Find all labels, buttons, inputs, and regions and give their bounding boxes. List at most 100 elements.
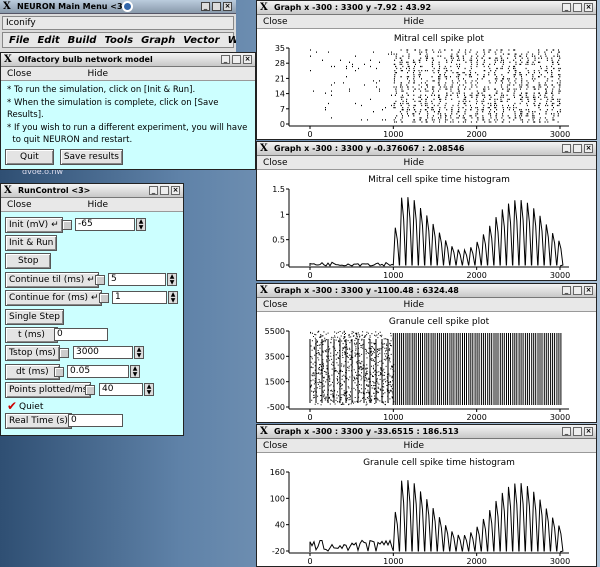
close-icon[interactable]: × — [171, 186, 180, 195]
tstop-button[interactable]: Tstop (ms) — [5, 345, 60, 361]
x-tick-label: 1000 — [383, 557, 403, 566]
menu-tools[interactable]: Tools — [104, 33, 133, 47]
points-plotted-spinner[interactable]: ▲ ▼ — [144, 383, 154, 396]
t-field[interactable]: 0 — [54, 328, 108, 341]
close-button[interactable]: Close — [1, 198, 32, 211]
graph-plot-area[interactable]: Granule cell spike plot 0 1000 2000 3000 5500… — [257, 313, 596, 423]
close-button[interactable]: Close — [257, 298, 288, 311]
dt-button[interactable]: dt (ms) — [5, 364, 60, 380]
points-plotted-field[interactable]: 40 — [99, 383, 143, 396]
hide-button[interactable]: Hide — [398, 156, 425, 169]
close-button[interactable]: Close — [1, 67, 32, 80]
maximize-icon[interactable] — [212, 2, 221, 11]
close-icon[interactable]: × — [584, 3, 593, 12]
continue-for-field[interactable]: 1 — [112, 291, 167, 304]
hide-button[interactable]: Hide — [82, 198, 109, 211]
window-buttons[interactable]: _ × — [149, 186, 180, 195]
dt-spinner[interactable]: ▲ ▼ — [130, 365, 140, 378]
init-run-button[interactable]: Init & Run — [5, 235, 58, 251]
graph-plot-area[interactable]: Mitral cell spike time histogram 0 1000 200… — [257, 171, 596, 281]
hide-button[interactable]: Hide — [398, 298, 425, 311]
quiet-checkmark-icon[interactable]: ✔ — [7, 399, 17, 413]
stop-button[interactable]: Stop — [5, 253, 52, 269]
minimize-icon[interactable]: _ — [221, 55, 230, 64]
menu-window[interactable]: Window — [228, 33, 236, 47]
close-button[interactable]: Close — [257, 156, 288, 169]
runcontrol-titlebar[interactable]: X RunControl <3> _ × — [1, 184, 183, 198]
continue-til-button[interactable]: Continue til (ms) ↵ — [5, 272, 99, 288]
close-icon[interactable]: × — [584, 427, 593, 436]
menu-build[interactable]: Build — [68, 33, 97, 47]
enter-arrow-icon: ↵ — [90, 293, 99, 303]
window-buttons[interactable]: _ × — [562, 286, 593, 295]
init-field[interactable]: -65 — [75, 218, 135, 231]
quit-button[interactable]: Quit — [5, 149, 54, 165]
hide-button[interactable]: Hide — [82, 67, 109, 80]
maximize-icon[interactable] — [232, 55, 241, 64]
minimize-icon[interactable]: _ — [201, 2, 210, 11]
minimize-icon[interactable]: _ — [562, 286, 571, 295]
close-button[interactable]: Close — [257, 439, 288, 452]
continue-for-checkbox[interactable] — [99, 293, 109, 303]
menu-file[interactable]: File — [9, 33, 29, 47]
menu-vector[interactable]: Vector — [183, 33, 219, 47]
real-time-field[interactable]: 0 — [68, 414, 123, 427]
init-spinner[interactable]: ▲ ▼ — [136, 218, 146, 231]
y-tick-label: 0 — [280, 261, 285, 270]
graph-titlebar[interactable]: X Graph x -300 : 3300 y -7.92 : 43.92 _ × — [257, 1, 596, 15]
iconify-button[interactable]: Iconify — [2, 16, 234, 30]
window-buttons[interactable]: _ × — [201, 2, 232, 11]
minimize-icon[interactable]: _ — [149, 186, 158, 195]
close-icon[interactable]: × — [243, 55, 252, 64]
dt-field[interactable]: 0.05 — [67, 365, 129, 378]
graph-titlebar[interactable]: X Graph x -300 : 3300 y -0.376067 : 2.085… — [257, 142, 596, 156]
maximize-icon[interactable] — [573, 144, 582, 153]
window-buttons[interactable]: _ × — [562, 144, 593, 153]
continue-for-button[interactable]: Continue for (ms) ↵ — [5, 290, 103, 306]
minimize-icon[interactable]: _ — [562, 144, 571, 153]
x-tick-label: 1000 — [383, 130, 403, 139]
init-checkbox[interactable] — [62, 220, 72, 230]
minimize-icon[interactable]: _ — [562, 427, 571, 436]
window-buttons[interactable]: _ × — [562, 427, 593, 436]
menu-edit[interactable]: Edit — [37, 33, 59, 47]
main-menu-titlebar[interactable]: X NEURON Main Menu <3> _ × — [0, 0, 236, 14]
y-tick-label: -20 — [272, 547, 285, 556]
tstop-field[interactable]: 3000 — [73, 346, 133, 359]
graph-plot-area[interactable]: Mitral cell spike plot 0 1000 2000 3000 35 28 2… — [257, 30, 596, 140]
close-icon[interactable]: × — [584, 144, 593, 153]
graph-titlebar[interactable]: X Graph x -300 : 3300 y -1100.48 : 6324.4… — [257, 284, 596, 298]
graph-window: X Graph x -300 : 3300 y -0.376067 : 2.085… — [256, 141, 597, 281]
close-icon[interactable]: × — [584, 286, 593, 295]
close-button[interactable]: Close — [257, 15, 288, 28]
maximize-icon[interactable] — [573, 286, 582, 295]
graph-title: Graph x -300 : 3300 y -0.376067 : 2.0854… — [274, 144, 465, 153]
continue-til-field[interactable]: 5 — [108, 273, 166, 286]
hide-button[interactable]: Hide — [398, 15, 425, 28]
minimize-icon[interactable]: _ — [562, 3, 571, 12]
y-tick-label: -500 — [267, 403, 285, 412]
tstop-spinner[interactable]: ▲ ▼ — [134, 346, 144, 359]
maximize-icon[interactable] — [573, 427, 582, 436]
window-buttons[interactable]: _ × — [221, 55, 252, 64]
close-icon[interactable]: × — [223, 2, 232, 11]
points-plotted-button[interactable]: Points plotted/ms — [5, 382, 92, 398]
menu-graph[interactable]: Graph — [141, 33, 175, 47]
main-menu-window: X NEURON Main Menu <3> _ × Iconify File … — [0, 0, 236, 52]
continue-til-spinner[interactable]: ▲ ▼ — [167, 273, 177, 286]
maximize-icon[interactable] — [160, 186, 169, 195]
continue-for-spinner[interactable]: ▲ ▼ — [168, 291, 178, 304]
init-button[interactable]: Init (mV) ↵ — [5, 217, 63, 233]
hide-button[interactable]: Hide — [398, 439, 425, 452]
graph-plot-area[interactable]: Granule cell spike time histogram 0 1000 20… — [257, 454, 596, 567]
continue-til-checkbox[interactable] — [95, 275, 105, 285]
graph-titlebar[interactable]: X Graph x -300 : 3300 y -33.6515 : 186.51… — [257, 425, 596, 439]
maximize-icon[interactable] — [573, 3, 582, 12]
save-results-button[interactable]: Save results — [59, 149, 123, 165]
window-buttons[interactable]: _ × — [562, 3, 593, 12]
tstop-checkbox[interactable] — [59, 348, 69, 358]
single-step-button[interactable]: Single Step — [5, 309, 65, 325]
dt-checkbox[interactable] — [54, 367, 64, 377]
olfactory-titlebar[interactable]: X Olfactory bulb network model _ × — [1, 53, 255, 67]
points-plotted-checkbox[interactable] — [85, 385, 95, 395]
